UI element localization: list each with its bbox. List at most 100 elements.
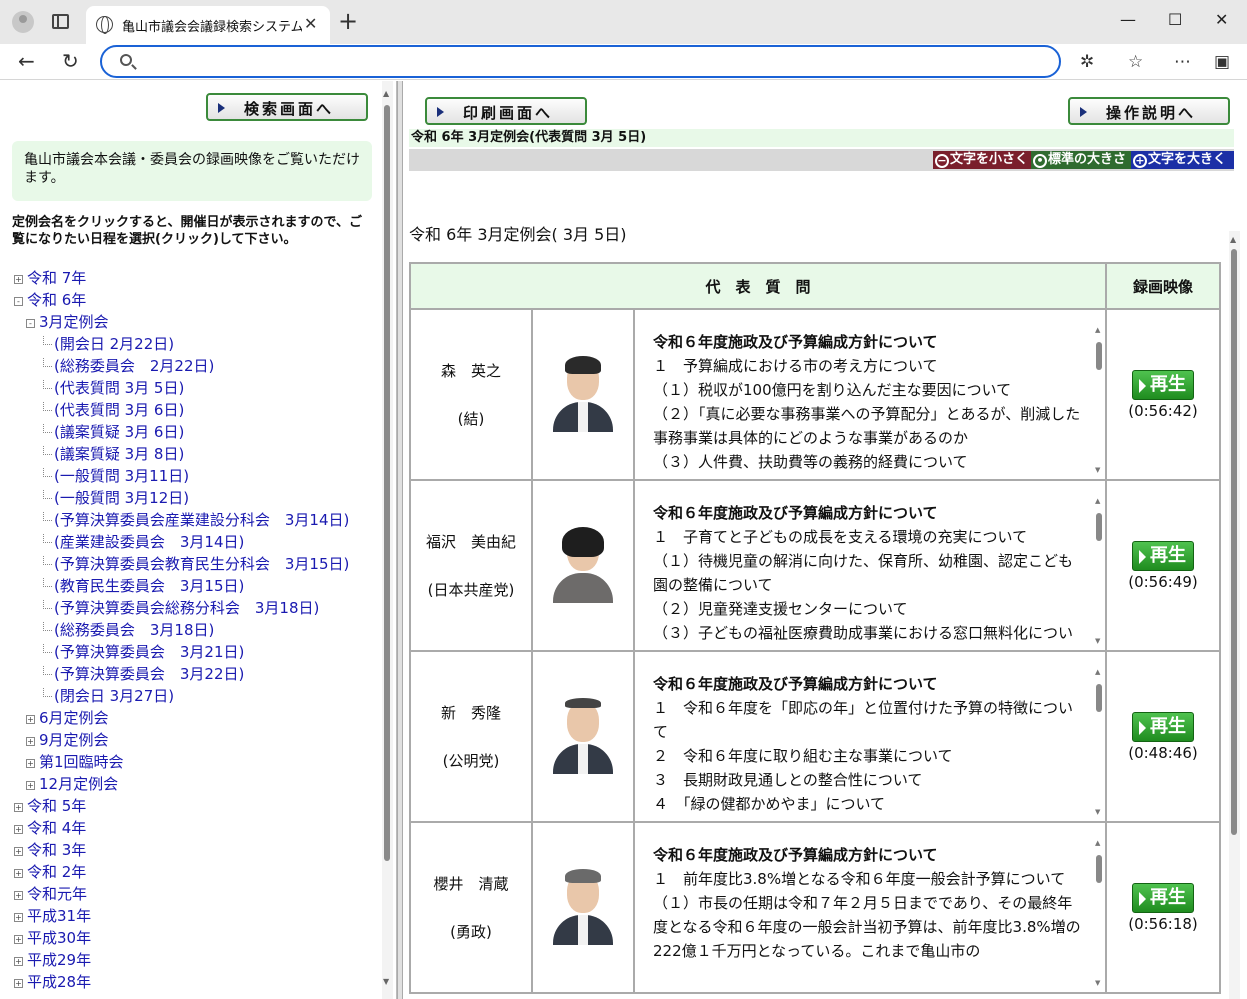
expand-icon[interactable]: + [14,891,23,900]
question-scrollbar-thumb[interactable] [1096,684,1102,712]
tree-item[interactable]: (予算決算委員会 3月21日) [14,641,384,663]
tree-item-label[interactable]: (代表質問 3月 6日) [54,401,184,419]
tree-item[interactable]: (一般質問 3月12日) [14,487,384,509]
tree-item[interactable]: (予算決算委員会教育民生分科会 3月15日) [14,553,384,575]
question-scrollbar-thumb[interactable] [1096,513,1102,541]
content-scrollbar-thumb[interactable] [1231,249,1237,835]
tree-item-label[interactable]: (予算決算委員会教育民生分科会 3月15日) [54,555,349,573]
scroll-down-icon[interactable]: ▼ [1095,466,1100,474]
expand-icon[interactable]: + [26,781,35,790]
tree-item[interactable]: + 令和元年 [14,883,384,905]
tree-item-label[interactable]: (予算決算委員会 3月22日) [54,665,244,683]
tree-item-label[interactable]: 平成31年 [27,907,91,925]
expand-icon[interactable]: + [26,737,35,746]
content-scrollbar[interactable]: ▲ [1229,231,1240,999]
question-scrollbar[interactable]: ▲ ▼ [1095,326,1103,474]
tree-item[interactable]: (議案質疑 3月 6日) [14,421,384,443]
print-screen-button[interactable]: 印刷画面へ [425,97,587,125]
expand-icon[interactable]: + [14,275,23,284]
scroll-down-icon[interactable]: ▼ [1095,637,1100,645]
tree-item[interactable]: (議案質疑 3月 8日) [14,443,384,465]
tree-item[interactable]: (産業建設委員会 3月14日) [14,531,384,553]
tree-item-label[interactable]: 平成28年 [27,973,91,991]
tree-item-label[interactable]: (一般質問 3月11日) [54,467,189,485]
scroll-down-icon[interactable]: ▼ [1095,808,1100,816]
tab-close-icon[interactable]: ✕ [304,14,317,33]
close-window-button[interactable]: ✕ [1215,10,1228,29]
collapse-icon[interactable]: - [26,319,35,328]
scroll-up-icon[interactable]: ▲ [1095,668,1100,676]
tree-item[interactable]: (総務委員会 3月18日) [14,619,384,641]
scroll-up-icon[interactable]: ▲ [383,89,389,98]
expand-icon[interactable]: + [26,715,35,724]
expand-icon[interactable]: + [14,935,23,944]
expand-icon[interactable]: + [14,803,23,812]
tree-item-label[interactable]: 9月定例会 [39,731,109,749]
profile-icon[interactable] [12,11,34,33]
expand-icon[interactable]: + [14,979,23,988]
collapse-icon[interactable]: - [14,297,23,306]
expand-icon[interactable]: + [14,869,23,878]
maximize-button[interactable]: ☐ [1168,10,1182,29]
tree-item-label[interactable]: 平成30年 [27,929,91,947]
tree-item-label[interactable]: 令和 5年 [27,797,86,815]
tree-item-label[interactable]: (予算決算委員会産業建設分科会 3月14日) [54,511,349,529]
play-button[interactable]: 再生 [1132,882,1194,913]
tree-item-label[interactable]: 令和 6年 [27,291,86,309]
font-larger-button[interactable]: + 文字を大きく [1131,151,1234,169]
browser-tab[interactable]: 亀山市議会会議録検索システム閲覧 ✕ [86,6,330,44]
help-button[interactable]: 操作説明へ [1068,97,1230,125]
favorites-icon[interactable]: ☆ [1128,52,1143,72]
tree-item-label[interactable]: (予算決算委員会総務分科会 3月18日) [54,599,319,617]
expand-icon[interactable]: + [14,957,23,966]
tree-item-label[interactable]: 令和 3年 [27,841,86,859]
new-tab-button[interactable]: + [338,9,358,33]
search-screen-button[interactable]: 検索画面へ [206,93,368,121]
tree-item-label[interactable]: 6月定例会 [39,709,109,727]
expand-icon[interactable]: + [26,759,35,768]
extensions-icon[interactable]: ✲ [1080,52,1094,72]
tree-item[interactable]: (教育民生委員会 3月15日) [14,575,384,597]
tree-item[interactable]: + 平成29年 [14,949,384,971]
scroll-up-icon[interactable]: ▲ [1095,839,1100,847]
tree-item[interactable]: +12月定例会 [14,773,384,795]
minimize-button[interactable]: — [1120,10,1136,29]
tree-item-label[interactable]: (閉会日 3月27日) [54,687,174,705]
tree-item[interactable]: (閉会日 3月27日) [14,685,384,707]
tree-item[interactable]: (代表質問 3月 6日) [14,399,384,421]
scroll-up-icon[interactable]: ▲ [1095,326,1100,334]
tree-item[interactable]: -3月定例会 [14,311,384,333]
tree-item[interactable]: (総務委員会 2月22日) [14,355,384,377]
back-button[interactable]: ← [18,49,35,73]
tree-item[interactable]: (予算決算委員会 3月22日) [14,663,384,685]
tree-item[interactable]: + 令和 5年 [14,795,384,817]
play-button[interactable]: 再生 [1132,711,1194,742]
tree-item-label[interactable]: (一般質問 3月12日) [54,489,189,507]
tree-item[interactable]: (予算決算委員会総務分科会 3月18日) [14,597,384,619]
expand-icon[interactable]: + [14,847,23,856]
tree-item[interactable]: + 令和 4年 [14,817,384,839]
question-scrollbar-thumb[interactable] [1096,855,1102,883]
tree-item[interactable]: + 平成31年 [14,905,384,927]
tree-item[interactable]: + 令和 3年 [14,839,384,861]
tree-item[interactable]: (予算決算委員会産業建設分科会 3月14日) [14,509,384,531]
question-scrollbar[interactable]: ▲ ▼ [1095,839,1103,987]
tree-item-label[interactable]: (議案質疑 3月 6日) [54,423,184,441]
tree-item-label[interactable]: 令和 4年 [27,819,86,837]
left-scrollbar-thumb[interactable] [384,105,390,861]
tree-item-label[interactable]: 12月定例会 [39,775,118,793]
tree-item-label[interactable]: (総務委員会 2月22日) [54,357,214,375]
font-standard-button[interactable]: • 標準の大きさ [1031,151,1131,169]
play-button[interactable]: 再生 [1132,369,1194,400]
tree-item-label[interactable]: 令和元年 [27,885,87,903]
tree-item[interactable]: + 令和 2年 [14,861,384,883]
more-menu-icon[interactable]: ⋯ [1174,52,1191,72]
tree-item[interactable]: (代表質問 3月 5日) [14,377,384,399]
tree-item-label[interactable]: (総務委員会 3月18日) [54,621,214,639]
tree-item[interactable]: + 第1回臨時会 [14,751,384,773]
tree-item[interactable]: + 平成28年 [14,971,384,993]
tab-actions-icon[interactable] [52,14,69,29]
scroll-down-icon[interactable]: ▼ [1095,979,1100,987]
tree-item[interactable]: +6月定例会 [14,707,384,729]
font-smaller-button[interactable]: − 文字を小さく [933,151,1031,169]
